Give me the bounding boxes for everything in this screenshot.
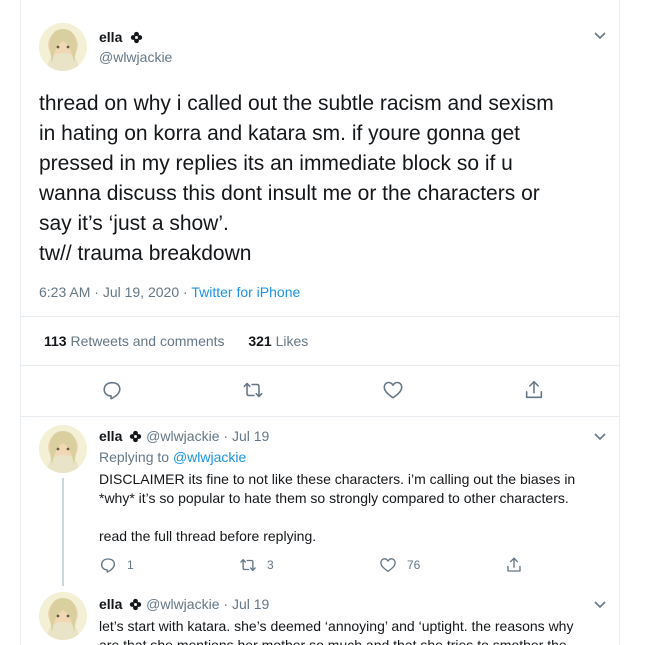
likes-stat[interactable]: 321 Likes bbox=[248, 333, 308, 349]
flower-icon bbox=[130, 598, 142, 611]
tweet-stats: 113 Retweets and comments 321 Likes bbox=[44, 333, 308, 349]
separator: · bbox=[223, 596, 232, 612]
likes-count: 321 bbox=[248, 333, 272, 349]
tweet-source[interactable]: Twitter for iPhone bbox=[191, 284, 300, 300]
like-icon bbox=[380, 558, 396, 573]
retweet-button[interactable]: 3 bbox=[239, 556, 274, 574]
avatar[interactable] bbox=[39, 425, 87, 473]
reply-icon[interactable] bbox=[101, 379, 123, 401]
divider bbox=[21, 316, 619, 317]
divider bbox=[21, 365, 619, 366]
display-name[interactable]: ella bbox=[99, 596, 122, 612]
separator: · bbox=[223, 428, 232, 444]
display-name[interactable]: ella bbox=[99, 428, 122, 444]
retweet-icon bbox=[240, 559, 256, 571]
display-name-text[interactable]: ella bbox=[99, 29, 122, 45]
reply-count: 1 bbox=[127, 558, 134, 572]
handle[interactable]: @wlwjackie bbox=[146, 428, 219, 444]
tweet-time[interactable]: 6:23 AM bbox=[39, 284, 90, 300]
tweet-text: thread on why i called out the subtle ra… bbox=[39, 92, 554, 265]
reply-header: ella @wlwjackie · Jul 19 bbox=[99, 596, 269, 612]
replying-to-link[interactable]: @wlwjackie bbox=[173, 449, 246, 465]
handle[interactable]: @wlwjackie bbox=[99, 49, 172, 65]
chevron-down-icon[interactable] bbox=[592, 428, 608, 444]
reply-button[interactable]: 1 bbox=[99, 556, 134, 574]
reply-text: DISCLAIMER its fine to not like these ch… bbox=[99, 471, 576, 544]
likes-label: Likes bbox=[275, 333, 309, 349]
flower-icon bbox=[130, 430, 142, 443]
retweet-icon[interactable] bbox=[242, 379, 264, 401]
retweets-stat[interactable]: 113 Retweets and comments bbox=[44, 333, 225, 349]
avatar[interactable] bbox=[39, 23, 87, 71]
retweets-count: 113 bbox=[44, 333, 67, 349]
reply-text: let’s start with katara. she’s deemed ‘a… bbox=[99, 618, 574, 645]
like-button[interactable]: 76 bbox=[379, 556, 420, 574]
chevron-down-icon[interactable] bbox=[592, 27, 608, 43]
thread-connector bbox=[62, 478, 64, 586]
divider bbox=[21, 416, 619, 417]
flower-icon bbox=[130, 31, 142, 44]
chevron-down-icon[interactable] bbox=[592, 596, 608, 612]
tweet-meta: 6:23 AM · Jul 19, 2020 · Twitter for iPh… bbox=[39, 284, 300, 300]
retweet-count: 3 bbox=[267, 558, 274, 572]
reply-date[interactable]: Jul 19 bbox=[232, 596, 269, 612]
share-icon bbox=[507, 557, 521, 572]
handle[interactable]: @wlwjackie bbox=[146, 596, 219, 612]
replying-to: Replying to @wlwjackie bbox=[99, 449, 246, 465]
tweet-date[interactable]: Jul 19, 2020 bbox=[103, 284, 179, 300]
separator: · bbox=[94, 284, 103, 300]
like-count: 76 bbox=[407, 558, 421, 572]
tweet-thread: ella @wlwjackie thread on why i called o… bbox=[20, 0, 620, 645]
reply-date[interactable]: Jul 19 bbox=[232, 428, 269, 444]
reply-icon bbox=[100, 558, 116, 573]
avatar[interactable] bbox=[39, 592, 87, 640]
reply-header: ella @wlwjackie · Jul 19 bbox=[99, 428, 269, 444]
share-button[interactable] bbox=[505, 556, 533, 574]
retweets-label: Retweets and comments bbox=[70, 333, 225, 349]
share-icon[interactable] bbox=[523, 379, 545, 401]
display-name[interactable]: ella bbox=[99, 29, 143, 47]
like-icon[interactable] bbox=[382, 379, 404, 401]
replying-prefix: Replying to bbox=[99, 449, 170, 465]
